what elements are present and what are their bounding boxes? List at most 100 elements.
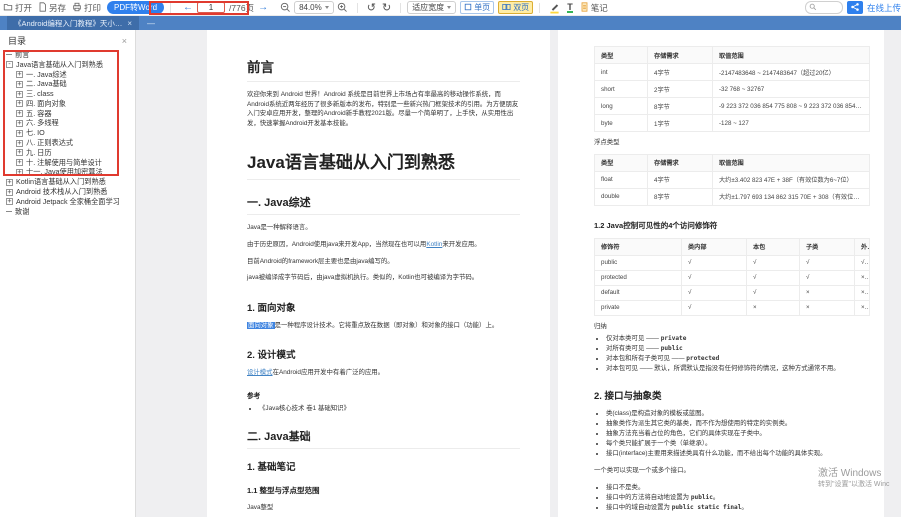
expand-icon[interactable]: + — [6, 179, 13, 186]
sidebar-toc-item[interactable]: +三. class — [0, 89, 135, 99]
expand-icon[interactable]: + — [16, 71, 23, 78]
expand-icon[interactable]: + — [16, 100, 23, 107]
tab-close-icon[interactable]: × — [127, 19, 132, 28]
expand-icon[interactable]: + — [16, 149, 23, 156]
next-page-icon[interactable]: → — [258, 3, 268, 13]
search-input[interactable] — [805, 1, 843, 14]
preface-title: 前言 — [247, 56, 520, 82]
paragraph: 设计模式在Android应用开发中有着广泛的应用。 — [247, 368, 520, 378]
sidebar-toc-item[interactable]: +Android 技术栈从入门到熟悉 — [0, 187, 135, 197]
toc-close-icon[interactable]: × — [122, 36, 127, 46]
table-cell: √ — [800, 255, 855, 270]
design-pattern-heading: 2. 设计模式 — [247, 347, 520, 361]
toolbar-divider — [400, 3, 401, 13]
windows-activation-watermark: 激活 Windows 转到"设置"以激活 Winc — [818, 468, 889, 490]
highlighter-icon[interactable] — [549, 2, 560, 14]
page-total-label: /776页 — [229, 2, 254, 14]
sidebar-toc-item[interactable]: +十一. Java使用加密算法 — [0, 168, 135, 178]
expand-icon[interactable]: + — [16, 169, 23, 176]
table-cell: long — [595, 98, 648, 115]
expand-icon[interactable]: + — [6, 189, 13, 196]
table-cell: √ — [800, 270, 855, 285]
sidebar-toc-item[interactable]: +七. IO — [0, 128, 135, 138]
table-header-row: 修饰符类内部本包子类外部包 — [595, 238, 870, 255]
section-basic-title: 二. Java基础 — [247, 428, 520, 449]
sidebar-toc-item[interactable]: +六. 多线程 — [0, 119, 135, 129]
table-cell: public — [595, 255, 682, 270]
sidebar-toc-item[interactable]: 致谢 — [0, 207, 135, 217]
oop-heading: 1. 面向对象 — [247, 300, 520, 314]
zoom-in-icon[interactable] — [337, 2, 348, 13]
toolbar-divider — [357, 3, 358, 13]
modifiers-heading: 1.2 Java控制可见性的4个访问修饰符 — [594, 220, 870, 231]
table-cell: default — [595, 285, 682, 300]
search-icon — [809, 3, 817, 13]
table-cell: double — [595, 188, 648, 205]
table-cell: float — [595, 171, 648, 188]
previous-page-icon[interactable]: ← — [183, 3, 193, 13]
save-as-button[interactable]: 另存 — [35, 2, 69, 14]
sidebar-toc-item[interactable]: +Android Jetpack 全家桶全面学习 — [0, 197, 135, 207]
expand-icon[interactable]: + — [16, 110, 23, 117]
expand-icon[interactable]: + — [16, 130, 23, 137]
table-cell: √ — [747, 255, 800, 270]
zoom-out-icon[interactable] — [280, 2, 291, 13]
design-pattern-link[interactable]: 设计模式 — [247, 369, 273, 376]
sidebar-toc-item[interactable]: +五. 容器 — [0, 109, 135, 119]
rotate-right-icon[interactable]: ↻ — [382, 1, 391, 14]
sidebar-toc-item[interactable]: +九. 日历 — [0, 148, 135, 158]
oop-link[interactable]: 面向对象 — [247, 322, 275, 329]
expand-icon[interactable]: + — [16, 159, 23, 166]
single-page-button[interactable]: 单页 — [460, 1, 494, 14]
bullet-item: 类(class)是构造对象的模板或蓝图。 — [606, 409, 870, 419]
sidebar-toc-item[interactable]: +八. 正则表达式 — [0, 138, 135, 148]
sidebar-toc-item[interactable]: +十. 注解使用与简单设计 — [0, 158, 135, 168]
watermark-line2: 转到"设置"以激活 Winc — [818, 479, 889, 490]
chevron-down-icon — [447, 6, 451, 9]
table-cell: int — [595, 64, 648, 81]
chevron-down-icon — [325, 6, 329, 9]
zoom-level-select[interactable]: 84.0% — [294, 1, 334, 14]
expand-icon[interactable]: + — [16, 120, 23, 127]
text-underline-color-icon[interactable]: T — [567, 3, 573, 13]
kotlin-link[interactable]: Kotlin — [426, 241, 442, 248]
online-service-link[interactable]: 在线上传 — [867, 2, 901, 14]
open-button[interactable]: 打开 — [0, 2, 35, 14]
view-mode-select[interactable]: 适应宽度 — [407, 1, 456, 14]
paragraph-text: 在Android应用开发中有着广泛的应用。 — [273, 369, 385, 376]
share-button[interactable] — [847, 1, 863, 14]
double-page-button[interactable]: 双页 — [498, 1, 533, 14]
pdf-to-word-button[interactable]: PDF转Word — [107, 1, 164, 14]
reference-list: 《Java核心技术 卷1 基础知识》 — [259, 404, 520, 414]
toc-tree: 前言-Java语言基础从入门到熟悉+一. Java综述+二. Java基础+三.… — [0, 50, 135, 217]
expand-icon[interactable]: + — [16, 91, 23, 98]
summary-label: 归纳 — [594, 322, 870, 332]
sidebar-toc-item[interactable]: +一. Java综述 — [0, 70, 135, 80]
document-tab[interactable]: 《Android编程入门教程》天小… × — [7, 16, 139, 30]
sidebar-toc-item[interactable]: +四. 面向对象 — [0, 99, 135, 109]
expand-icon[interactable]: + — [6, 198, 13, 205]
tree-line — [6, 211, 12, 212]
main-title: Java语言基础从入门到熟悉 — [247, 148, 520, 180]
interface-list: 类(class)是构造对象的模板或蓝图。抽象类作为派生其它类的基类，而不作为想使… — [606, 409, 870, 458]
toc-header: 目录 × — [0, 30, 135, 49]
preface-paragraph: 欢迎你来到 Android 世界！Android 系统是目前世界上市场占有率最高… — [247, 90, 520, 128]
pdf-reader-window: 打开 另存 打印 PDF转Word ← /776页 → 84.0% ↺ — [0, 0, 901, 517]
toc-item-label: 一. Java综述 — [26, 70, 67, 80]
document-canvas[interactable]: 前言 欢迎你来到 Android 世界！Android 系统是目前世界上市场占有… — [136, 30, 901, 517]
page-number-input[interactable] — [197, 2, 225, 13]
sidebar-toc-item[interactable]: -Java语言基础从入门到熟悉 — [0, 60, 135, 70]
rotate-left-icon[interactable]: ↺ — [367, 1, 376, 14]
print-button[interactable]: 打印 — [69, 2, 104, 14]
notes-button[interactable]: 笔记 — [577, 2, 611, 14]
toc-item-label: 十. 注解使用与简单设计 — [26, 158, 102, 168]
table-cell: 2字节 — [648, 81, 713, 98]
table-cell: √ — [682, 270, 747, 285]
sidebar-toc-item[interactable]: +Kotlin语言基础从入门到熟悉 — [0, 177, 135, 187]
sidebar-toc-item[interactable]: 前言 — [0, 50, 135, 60]
single-page-icon — [464, 3, 472, 13]
expand-icon[interactable]: + — [16, 140, 23, 147]
sidebar-toc-item[interactable]: +二. Java基础 — [0, 79, 135, 89]
expand-icon[interactable]: + — [16, 81, 23, 88]
collapse-icon[interactable]: - — [6, 61, 13, 68]
